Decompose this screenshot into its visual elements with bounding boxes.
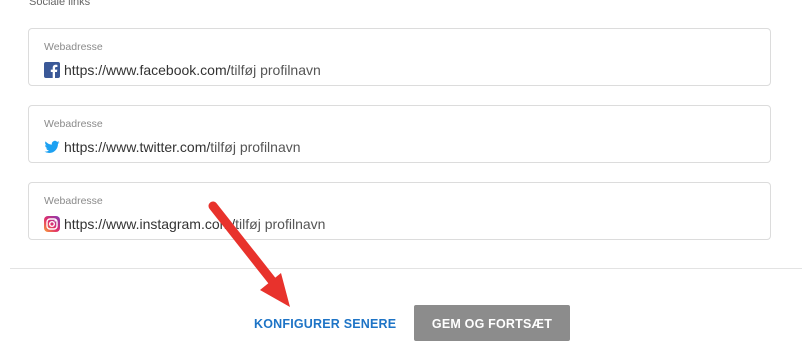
configure-later-button[interactable]: KONFIGURER SENERE	[254, 317, 396, 331]
url-prefix: https://www.twitter.com/	[64, 139, 211, 155]
field-value[interactable]: https://www.facebook.com/tilføj profilna…	[44, 62, 760, 78]
facebook-icon	[44, 62, 60, 78]
url-placeholder: tilføj profilnavn	[235, 216, 326, 232]
twitter-icon	[44, 140, 60, 153]
field-value[interactable]: https://www.twitter.com/tilføj profilnav…	[44, 139, 760, 155]
url-placeholder: tilføj profilnavn	[210, 139, 301, 155]
field-value[interactable]: https://www.instagram.com/tilføj profiln…	[44, 216, 760, 232]
field-label: Webadresse	[44, 118, 103, 130]
divider	[10, 268, 802, 269]
url-placeholder: tilføj profilnavn	[230, 62, 321, 78]
url-prefix: https://www.facebook.com/	[64, 62, 231, 78]
field-label: Webadresse	[44, 195, 103, 207]
facebook-url-field[interactable]: Webadresse https://www.facebook.com/tilf…	[28, 28, 771, 86]
twitter-url-field[interactable]: Webadresse https://www.twitter.com/tilfø…	[28, 105, 771, 163]
save-and-continue-button[interactable]: GEM OG FORTSÆT	[414, 305, 570, 341]
instagram-url-field[interactable]: Webadresse https://www.instagram.com/til…	[28, 182, 771, 240]
url-prefix: https://www.instagram.com/	[64, 216, 236, 232]
instagram-icon	[44, 216, 60, 232]
field-label: Webadresse	[44, 41, 103, 53]
section-label: Sociale links	[29, 0, 91, 8]
